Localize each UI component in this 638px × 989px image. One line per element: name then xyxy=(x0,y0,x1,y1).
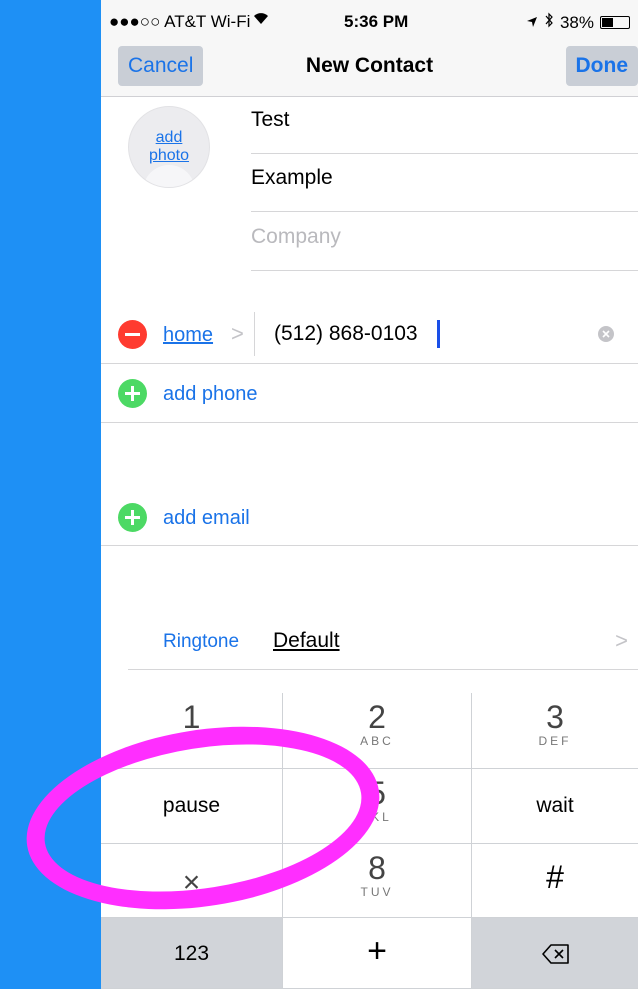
key-1[interactable]: 1 xyxy=(101,693,283,769)
key-5-letters: JKL xyxy=(362,810,392,824)
last-name-field[interactable]: Example xyxy=(251,154,638,212)
add-phone-row[interactable]: add phone xyxy=(101,364,638,423)
chevron-right-icon: > xyxy=(231,321,244,346)
wait-label: wait xyxy=(536,794,574,817)
hash-label: # xyxy=(546,859,564,895)
key-2-number: 2 xyxy=(368,699,386,735)
add-phone-label: add phone xyxy=(163,383,258,405)
remove-phone-button[interactable] xyxy=(118,320,147,349)
key-123[interactable]: 123 xyxy=(101,918,283,989)
ringtone-row[interactable]: Ringtone Default > xyxy=(128,611,638,670)
add-photo-button[interactable]: add photo xyxy=(128,106,210,188)
page-title: New Contact xyxy=(305,54,434,77)
phone-keypad: 1 2 ABC 3 DEF pause 5 JKL wait × 8 TUV # xyxy=(101,693,638,989)
pause-label: pause xyxy=(162,794,221,817)
key-8[interactable]: 8 TUV xyxy=(283,844,472,918)
add-email-label: add email xyxy=(163,507,250,529)
key-3[interactable]: 3 DEF xyxy=(472,693,638,769)
plus-label: + xyxy=(367,932,387,970)
add-email-row[interactable]: add email xyxy=(101,488,638,546)
done-button[interactable]: Done xyxy=(565,46,638,86)
divider xyxy=(254,312,255,356)
key-1-number: 1 xyxy=(182,699,201,735)
add-phone-icon xyxy=(118,379,147,408)
phone-number-input[interactable]: (512) 868-0103 xyxy=(274,322,418,346)
chevron-right-icon: > xyxy=(615,628,628,653)
key-5-number: 5 xyxy=(368,775,386,811)
person-silhouette-icon xyxy=(143,165,195,187)
phone-row: home > (512) 868-0103 xyxy=(101,304,638,364)
status-right: 38% xyxy=(526,12,630,33)
delete-backspace-icon xyxy=(542,944,570,969)
key-2[interactable]: 2 ABC xyxy=(283,693,472,769)
wait-key[interactable]: wait xyxy=(472,769,638,844)
phone-label-selector[interactable]: home xyxy=(163,324,213,347)
battery-percent: 38% xyxy=(559,12,594,32)
contact-screen: ●●●○○ AT&T Wi-Fi 5:36 PM 38% Cancel New … xyxy=(101,0,638,989)
key-8-number: 8 xyxy=(368,850,386,886)
ringtone-value: Default xyxy=(273,629,340,652)
key-123-label: 123 xyxy=(173,942,210,965)
key-2-letters: ABC xyxy=(360,734,394,748)
bluetooth-icon xyxy=(544,12,554,33)
clear-text-icon[interactable] xyxy=(598,326,614,342)
delete-key[interactable] xyxy=(472,918,638,989)
key-3-number: 3 xyxy=(546,699,564,735)
plus-key[interactable]: + xyxy=(283,918,472,989)
location-arrow-icon xyxy=(526,13,538,33)
add-photo-label: add photo xyxy=(148,129,190,164)
star-label: × xyxy=(182,866,201,899)
navigation-bar: Cancel New Contact Done xyxy=(101,40,638,97)
add-email-icon xyxy=(118,503,147,532)
star-key[interactable]: × xyxy=(101,844,283,918)
first-name-field[interactable]: Test xyxy=(251,96,638,154)
battery-icon xyxy=(600,16,630,29)
pause-key[interactable]: pause xyxy=(101,769,283,844)
clock: 5:36 PM xyxy=(344,12,409,31)
carrier-label: ●●●○○ AT&T Wi-Fi xyxy=(109,12,251,31)
hash-key[interactable]: # xyxy=(472,844,638,918)
text-cursor xyxy=(437,320,440,348)
company-field[interactable]: Company xyxy=(251,213,638,271)
ringtone-label: Ringtone xyxy=(163,631,240,652)
key-8-letters: TUV xyxy=(360,885,394,899)
status-bar: ●●●○○ AT&T Wi-Fi 5:36 PM 38% xyxy=(101,0,638,40)
key-3-letters: DEF xyxy=(538,734,572,748)
key-5[interactable]: 5 JKL xyxy=(283,769,472,844)
wifi-icon xyxy=(253,11,269,30)
